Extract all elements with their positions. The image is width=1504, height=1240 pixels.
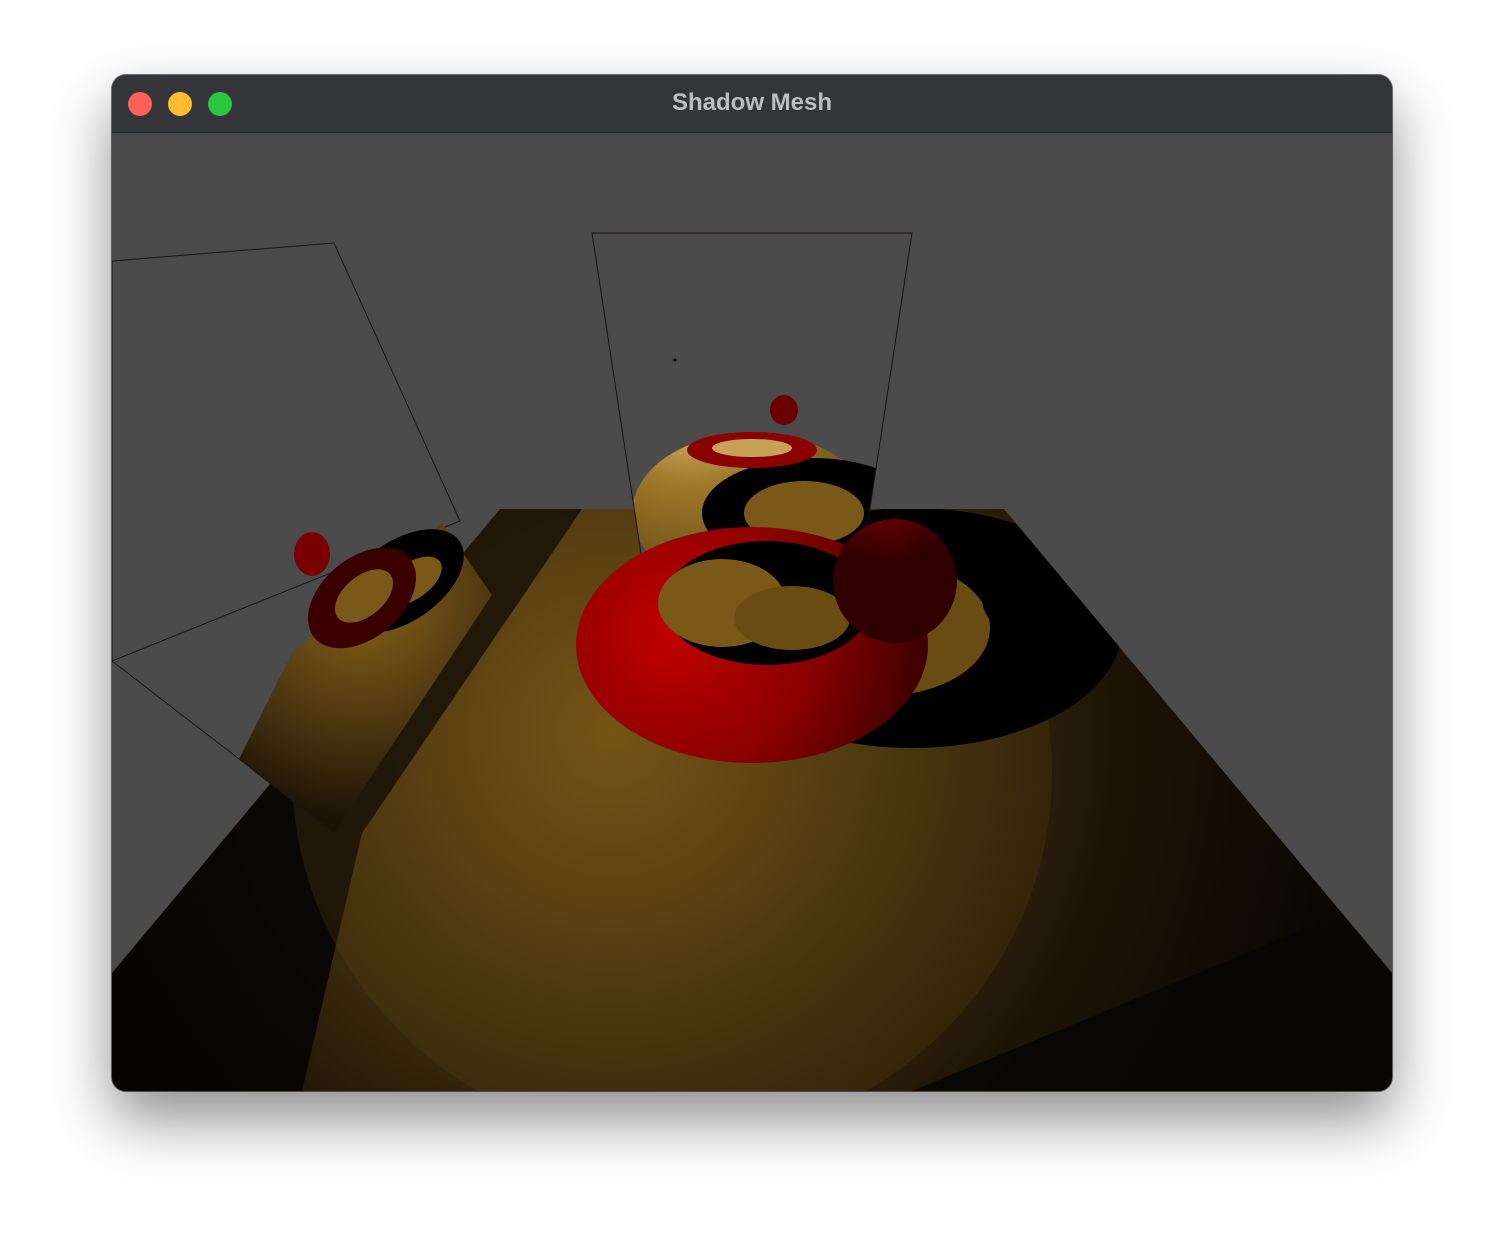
render-viewport[interactable] [112, 133, 1392, 1091]
scene-canvas[interactable] [112, 133, 1392, 1091]
title-bar[interactable]: Shadow Mesh [112, 75, 1392, 133]
mirror-sphere [294, 532, 330, 576]
mirror-sphere-back [770, 395, 798, 425]
window-title: Shadow Mesh [671, 89, 833, 116]
app-window: Shadow Mesh [112, 75, 1392, 1091]
sphere [833, 519, 957, 643]
